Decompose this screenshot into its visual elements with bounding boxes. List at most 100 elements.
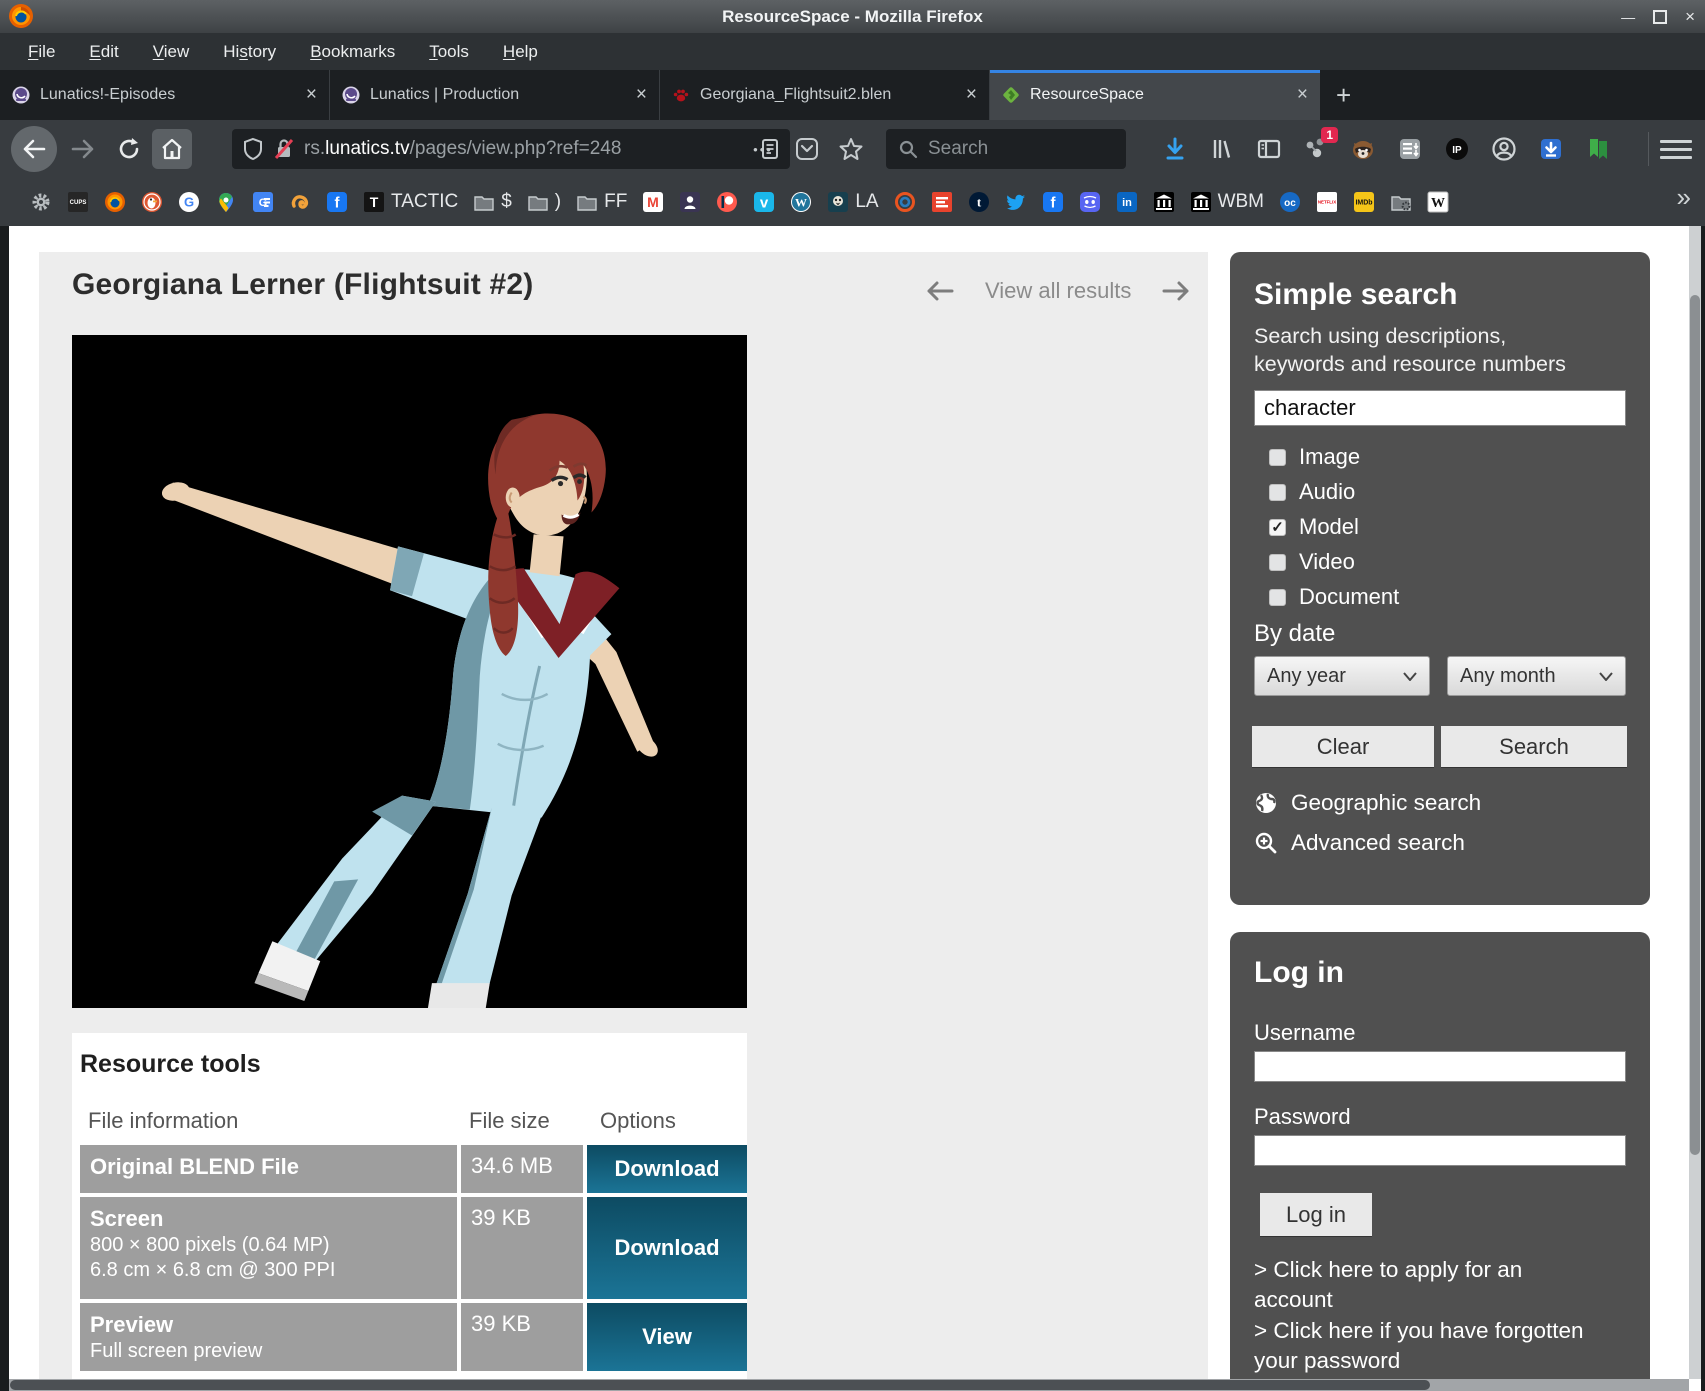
bookmark-swirl[interactable]	[289, 191, 311, 213]
account-icon[interactable]	[1489, 134, 1519, 164]
blue-download-icon[interactable]	[1536, 134, 1566, 164]
reload-button[interactable]	[112, 134, 146, 164]
bookmark-bank-wbm[interactable]: WBM	[1190, 191, 1264, 213]
ip-icon[interactable]: IP	[1442, 134, 1472, 164]
geographic-search-link[interactable]: Geographic search	[1254, 790, 1481, 816]
horizontal-scrollbar-thumb[interactable]	[10, 1380, 1430, 1390]
bookmark-wordpress[interactable]: W	[790, 191, 812, 213]
bookmark-foldergear[interactable]	[1390, 191, 1412, 213]
tab-resourcespace[interactable]: ResourceSpace×	[990, 70, 1320, 120]
bookmark-vimeo[interactable]: v	[753, 191, 775, 213]
view-all-results-link[interactable]: View all results	[985, 278, 1131, 304]
pocket-icon[interactable]	[792, 134, 822, 164]
resource-preview-image[interactable]	[72, 335, 747, 1008]
close-button[interactable]: ×	[1685, 7, 1695, 27]
unchecked-checkbox[interactable]	[1269, 484, 1286, 501]
back-button[interactable]	[11, 126, 57, 172]
search-input[interactable]: Search	[886, 129, 1126, 169]
type-filter-model[interactable]: ✓Model	[1269, 514, 1399, 540]
advanced-search-link[interactable]: Advanced search	[1254, 830, 1465, 856]
menu-file[interactable]: File	[14, 38, 69, 66]
bookmark-gmail[interactable]: M	[642, 191, 664, 213]
home-button[interactable]	[152, 129, 192, 169]
view-button[interactable]: View	[587, 1303, 747, 1371]
bookmark-ebrite[interactable]	[931, 191, 953, 213]
menu-edit[interactable]: Edit	[75, 38, 132, 66]
minimize-button[interactable]: —	[1621, 9, 1635, 25]
checked-checkbox[interactable]: ✓	[1269, 519, 1286, 536]
menu-help[interactable]: Help	[489, 38, 552, 66]
menu-history[interactable]: History	[209, 38, 290, 66]
bookmark-oc[interactable]: oc	[1279, 191, 1301, 213]
bookmark-patreon[interactable]	[716, 191, 738, 213]
menu-bookmarks[interactable]: Bookmarks	[296, 38, 409, 66]
vertical-scrollbar-thumb[interactable]	[1690, 295, 1700, 1155]
login-button[interactable]: Log in	[1260, 1193, 1372, 1236]
tab-close-icon[interactable]: ×	[636, 84, 647, 106]
library-icon[interactable]	[1207, 134, 1237, 164]
type-filter-video[interactable]: Video	[1269, 549, 1399, 575]
month-select[interactable]: Any month	[1447, 656, 1626, 696]
simple-search-query-input[interactable]: character	[1254, 390, 1626, 426]
url-bar[interactable]: rs.lunatics.tv/pages/view.php?ref=248	[232, 129, 790, 169]
bookmark-keyperson[interactable]	[679, 191, 701, 213]
bookmark-linkedin[interactable]: in	[1116, 191, 1138, 213]
tab-lunatics-production[interactable]: Lunatics | Production×	[330, 70, 660, 120]
bookmark-star-icon[interactable]	[836, 134, 866, 164]
tab-close-icon[interactable]: ×	[1297, 84, 1308, 106]
bookmark-tumblr[interactable]: t	[968, 191, 990, 213]
bookmark-netflix[interactable]: NETFLIX	[1316, 191, 1338, 213]
download-button[interactable]: Download	[587, 1145, 747, 1193]
type-filter-image[interactable]: Image	[1269, 444, 1399, 470]
bookmark-imdb[interactable]: IMDb	[1353, 191, 1375, 213]
tracking-shield-icon[interactable]	[242, 137, 264, 161]
bookmark-duck[interactable]	[141, 191, 163, 213]
url-text[interactable]: rs.lunatics.tv/pages/view.php?ref=248	[304, 138, 751, 160]
bookmark-cups[interactable]: CUPS	[67, 191, 89, 213]
bookmark-facebook[interactable]: f	[326, 191, 348, 213]
bookmark-folder-[interactable]: )	[527, 191, 561, 213]
bookmark-gear[interactable]	[30, 191, 52, 213]
next-result-icon[interactable]	[1161, 279, 1191, 303]
new-tab-button[interactable]: +	[1320, 70, 1367, 120]
menu-view[interactable]: View	[139, 38, 204, 66]
password-field[interactable]	[1254, 1135, 1626, 1166]
raccoon-icon[interactable]	[1348, 134, 1378, 164]
unchecked-checkbox[interactable]	[1269, 589, 1286, 606]
username-field[interactable]	[1254, 1051, 1626, 1082]
list-icon[interactable]	[1395, 134, 1425, 164]
bookmark-maps[interactable]	[215, 191, 237, 213]
year-select[interactable]: Any year	[1254, 656, 1430, 696]
insecure-lock-icon[interactable]	[273, 137, 295, 161]
tab-close-icon[interactable]: ×	[306, 84, 317, 106]
bookmark-folder-ff[interactable]: FF	[576, 191, 627, 213]
forward-button[interactable]	[66, 134, 100, 164]
sidebar-icon[interactable]	[1254, 134, 1284, 164]
prev-result-icon[interactable]	[925, 279, 955, 303]
bookmark-ring[interactable]	[894, 191, 916, 213]
bookmark-gnews[interactable]: G	[252, 191, 274, 213]
bookmarks-overflow-icon[interactable]: »	[1677, 182, 1691, 213]
bookmark-owl-la[interactable]: LA	[827, 191, 878, 213]
app-menu-icon[interactable]	[1660, 134, 1692, 164]
bookmark-discord[interactable]	[1079, 191, 1101, 213]
bookmark-bank[interactable]	[1153, 191, 1175, 213]
bookmark-twitter[interactable]	[1005, 191, 1027, 213]
unchecked-checkbox[interactable]	[1269, 554, 1286, 571]
apply-account-link[interactable]: > Click here to apply for an account	[1254, 1255, 1594, 1314]
unchecked-checkbox[interactable]	[1269, 449, 1286, 466]
titlebar[interactable]: ResourceSpace - Mozilla Firefox — ×	[0, 0, 1705, 33]
bookmark-firefox[interactable]	[104, 191, 126, 213]
page-actions-icon[interactable]: •••	[748, 134, 778, 164]
type-filter-audio[interactable]: Audio	[1269, 479, 1399, 505]
bookmark-wikipedia[interactable]: W	[1427, 191, 1449, 213]
bookmark-facebook[interactable]: f	[1042, 191, 1064, 213]
search-button[interactable]: Search	[1441, 726, 1627, 767]
bookmark-google[interactable]: G	[178, 191, 200, 213]
maximize-button[interactable]	[1653, 10, 1667, 24]
download-button[interactable]: Download	[587, 1197, 747, 1299]
bookmark-folder-[interactable]: $	[473, 191, 512, 213]
menu-tools[interactable]: Tools	[415, 38, 483, 66]
forgot-password-link[interactable]: > Click here if you have forgotten your …	[1254, 1316, 1594, 1375]
share-icon[interactable]: 1	[1301, 134, 1331, 164]
